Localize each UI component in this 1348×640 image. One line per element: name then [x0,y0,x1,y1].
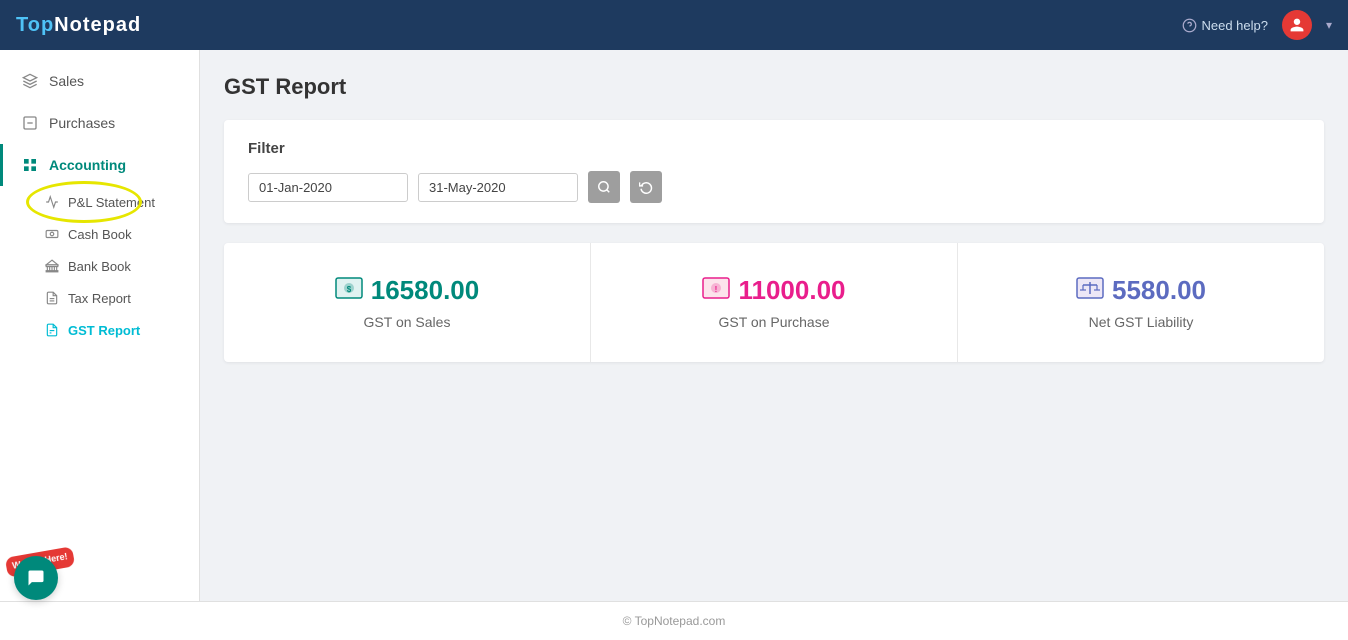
user-avatar[interactable] [1282,10,1312,40]
help-icon [1182,18,1197,33]
sidebar-sub-pl-statement[interactable]: P&L Statement [0,186,199,218]
page-title: GST Report [224,74,1324,100]
sidebar-label-cash-book: Cash Book [68,227,132,242]
net-gst-amount: 5580.00 [982,275,1300,306]
sidebar-label-accounting: Accounting [49,157,126,173]
svg-text:$: $ [347,285,352,294]
sidebar-label-sales: Sales [49,73,84,89]
chat-icon [26,568,46,588]
filter-label: Filter [248,140,1300,157]
net-gst-value: 5580.00 [1112,275,1206,306]
copyright-text: © TopNotepad.com [623,614,726,628]
logo-text: Top [16,14,54,36]
chart-line-icon [44,194,60,210]
gst-sales-value: 16580.00 [371,275,479,306]
file-text-icon [44,290,60,306]
gst-on-sales-amount: $ 16580.00 [248,275,566,306]
top-navigation: TopNotepad Need help? ▾ [0,0,1348,50]
reset-button[interactable] [630,171,662,203]
sidebar-label-purchases: Purchases [49,115,115,131]
need-help-label: Need help? [1201,18,1268,33]
search-button[interactable] [588,171,620,203]
scale-icon [1076,277,1104,299]
svg-text:!: ! [715,285,718,294]
gst-sales-label: GST on Sales [248,314,566,330]
balance-icon [1076,277,1104,305]
gst-purchase-value: 11000.00 [738,275,845,306]
app-logo[interactable]: TopNotepad [16,14,141,37]
filter-icon [291,142,305,156]
money-icon-green: $ [335,277,363,299]
file-list-icon [44,322,60,338]
reset-icon [639,180,653,194]
gst-purchase-label: GST on Purchase [615,314,933,330]
cash-sales-icon: $ [335,277,363,305]
filter-card: Filter [224,120,1324,223]
money-icon-pink: ! [702,277,730,299]
sidebar-label-tax-report: Tax Report [68,291,131,306]
sidebar-label-pl-statement: P&L Statement [68,195,155,210]
sidebar-label-bank-book: Bank Book [68,259,131,274]
need-help-button[interactable]: Need help? [1182,18,1268,33]
sidebar-label-gst-report: GST Report [68,323,140,338]
sidebar-item-accounting[interactable]: Accounting [0,144,199,186]
main-layout: Sales Purchases Accounting P&L Statement [0,50,1348,640]
stat-net-gst-liability: 5580.00 Net GST Liability [958,243,1324,362]
minus-square-icon [21,114,39,132]
user-icon [1289,17,1305,33]
sidebar-sub-cash-book[interactable]: Cash Book [0,218,199,250]
layers-icon [21,72,39,90]
stat-gst-on-purchase: ! 11000.00 GST on Purchase [591,243,958,362]
user-dropdown-caret[interactable]: ▾ [1326,18,1332,32]
chat-button[interactable] [14,556,58,600]
sidebar-sub-gst-report[interactable]: GST Report [0,314,199,346]
sidebar: Sales Purchases Accounting P&L Statement [0,50,200,640]
to-date-input[interactable] [418,173,578,202]
from-date-input[interactable] [248,173,408,202]
sidebar-item-purchases[interactable]: Purchases [0,102,199,144]
gst-on-purchase-amount: ! 11000.00 [615,275,933,306]
stat-gst-on-sales: $ 16580.00 GST on Sales [224,243,591,362]
cash-icon [44,226,60,242]
cash-purchase-icon: ! [702,277,730,305]
footer: © TopNotepad.com [0,601,1348,640]
search-icon [597,180,611,194]
bank-icon [44,258,60,274]
logo-text-rest: Notepad [54,14,141,36]
sidebar-sub-tax-report[interactable]: Tax Report [0,282,199,314]
sidebar-item-sales[interactable]: Sales [0,60,199,102]
main-content: GST Report Filter [200,50,1348,640]
filter-row [248,171,1300,203]
net-gst-label: Net GST Liability [982,314,1300,330]
sidebar-sub-bank-book[interactable]: Bank Book [0,250,199,282]
stats-card: $ 16580.00 GST on Sales ! [224,243,1324,362]
topnav-right: Need help? ▾ [1182,10,1332,40]
grid-icon [21,156,39,174]
